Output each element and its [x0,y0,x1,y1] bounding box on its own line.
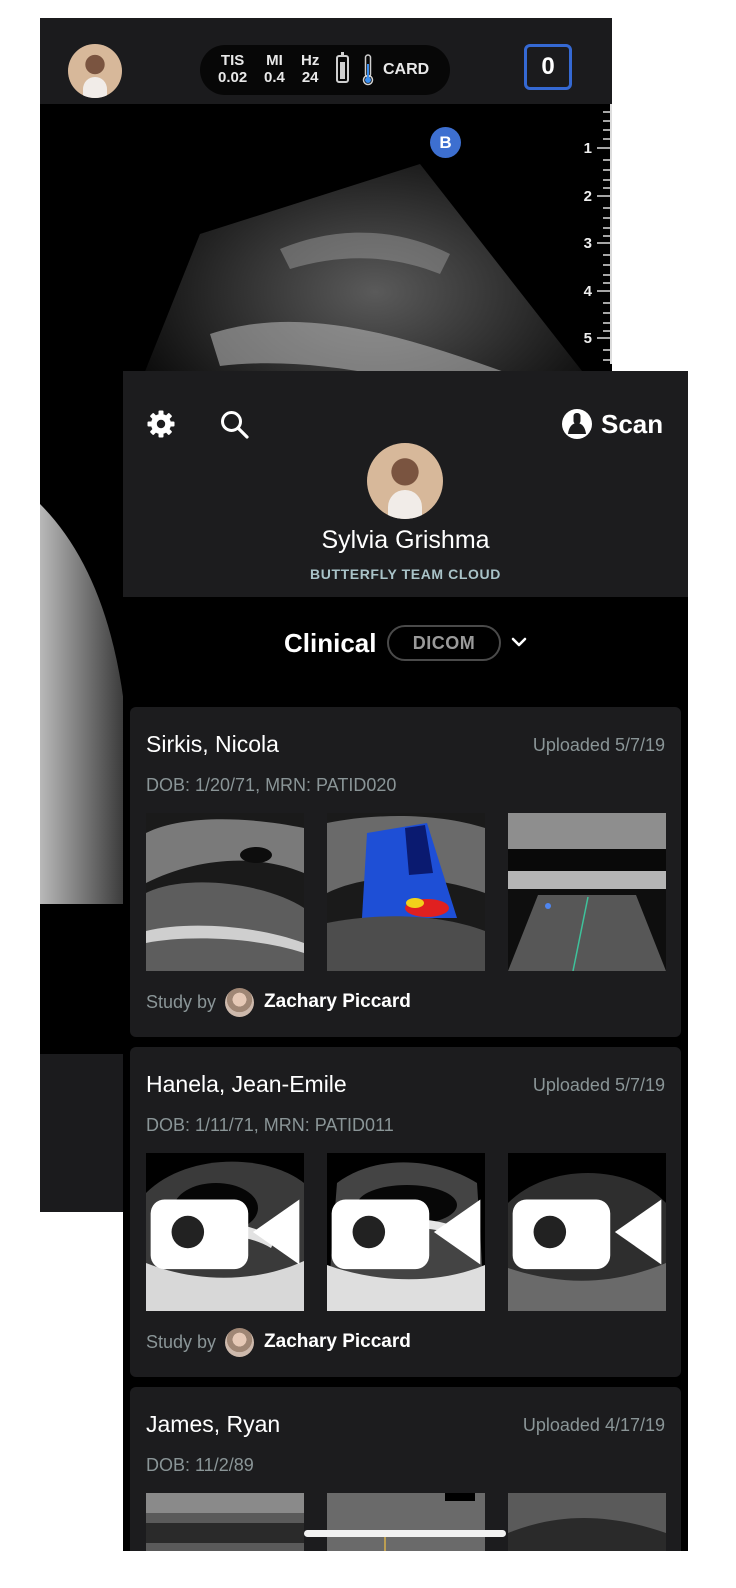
study-thumbnail[interactable] [508,813,666,971]
profile-name: Sylvia Grishma [321,526,490,554]
readout-hz: Hz 24 [301,52,320,86]
depth-label: 5 [583,330,592,347]
study-card[interactable]: James, Ryan Uploaded 4/17/19 DOB: 11/2/8… [130,1387,681,1551]
ultrasound-image [508,813,666,971]
reviewer-avatar [225,1327,255,1357]
patient-dob-mrn: DOB: 1/11/71, MRN: PATID011 [146,1115,394,1135]
study-thumbnail[interactable] [327,813,485,971]
battery-icon [336,52,349,83]
reviewer-avatar [225,987,255,1017]
ultrasound-image [327,1493,485,1551]
patient-name: James, Ryan [146,1411,281,1437]
profile-header: Scan Sylvia Grishma BUTTERFLY TEAM CLOUD [123,371,688,597]
video-icon [512,1199,662,1270]
user-avatar[interactable] [68,44,122,98]
study-by: Study by Zachary Piccard [146,1327,411,1357]
profile-avatar[interactable] [367,443,443,519]
study-thumbnail[interactable] [146,813,304,971]
video-icon [331,1199,481,1270]
study-by: Study by Zachary Piccard [146,987,411,1017]
upload-date: Uploaded 4/17/19 [522,1415,665,1435]
chevron-down-icon[interactable] [511,636,527,648]
b-mode-badge[interactable]: B [430,127,461,158]
study-card[interactable]: Hanela, Jean-Emile Uploaded 5/7/19 DOB: … [130,1047,681,1377]
study-list-panel: Scan Sylvia Grishma BUTTERFLY TEAM CLOUD… [123,371,688,1551]
depth-label: 1 [583,140,592,157]
upload-date: Uploaded 5/7/19 [532,1075,665,1095]
study-thumbnail[interactable] [146,1153,304,1311]
ultrasound-image [508,1493,666,1551]
depth-label: 4 [583,283,592,300]
ultrasound-image [146,1493,304,1551]
study-card[interactable]: Sirkis, Nicola Uploaded 5/7/19 DOB: 1/20… [130,707,681,1037]
tab-dicom[interactable]: DICOM [387,625,501,661]
ultrasound-image [146,813,304,971]
home-indicator[interactable] [304,1530,506,1537]
gear-icon[interactable] [146,409,176,439]
study-thumbnail[interactable]: +1 [508,1153,666,1311]
thermometer-icon [362,54,374,86]
reviewer-name: Zachary Piccard [264,1331,411,1352]
search-icon[interactable] [219,409,249,439]
study-thumbnail[interactable] [327,1493,485,1551]
depth-ruler [597,104,612,364]
reviewer-name: Zachary Piccard [264,991,411,1012]
tab-clinical[interactable]: Clinical [284,628,376,659]
study-thumbnail[interactable] [508,1493,666,1551]
archive-filter: Clinical DICOM [123,623,688,667]
patient-dob-mrn: DOB: 1/20/71, MRN: PATID020 [146,775,397,795]
patient-name: Hanela, Jean-Emile [146,1071,347,1097]
scan-top-bar: TIS 0.02 MI 0.4 Hz 24 CARD 0 [40,18,612,104]
study-thumbnail[interactable] [146,1493,304,1551]
depth-label: 2 [583,188,592,205]
acoustic-readout: TIS 0.02 MI 0.4 Hz 24 CARD [200,45,450,95]
patient-name: Sirkis, Nicola [146,731,279,757]
capture-count-button[interactable]: 0 [524,44,572,90]
scan-button[interactable]: Scan [561,407,663,441]
readout-tis: TIS 0.02 [218,52,248,86]
video-icon [150,1199,300,1270]
organization-name[interactable]: BUTTERFLY TEAM CLOUD [123,566,688,582]
readout-mi: MI 0.4 [264,52,285,86]
depth-label: 3 [583,235,592,252]
color-doppler-image [327,813,485,971]
probe-icon [562,409,592,439]
upload-date: Uploaded 5/7/19 [532,735,665,755]
patient-dob-mrn: DOB: 11/2/89 [146,1455,254,1475]
preset-label[interactable]: CARD [383,61,429,79]
study-thumbnail[interactable] [327,1153,485,1311]
